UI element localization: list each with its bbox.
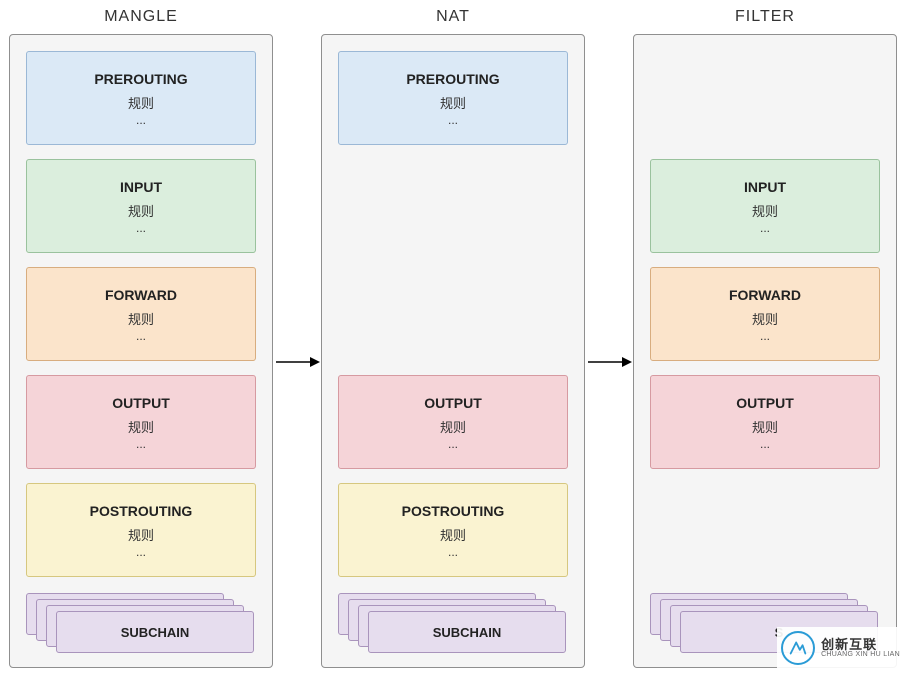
arrow-nat-to-filter — [586, 8, 632, 648]
chain-rule-label: 规则 — [752, 417, 778, 436]
chain-rule-label: 规则 — [128, 525, 154, 544]
chain-forward: FORWARD 规则 ... — [650, 267, 880, 361]
chain-name: FORWARD — [729, 287, 801, 303]
chain-prerouting: PREROUTING 规则 ... — [26, 51, 256, 145]
chain-dots: ... — [136, 222, 146, 234]
table-nat: NAT PREROUTING 规则 ... OUTPUT 规则 ... POST… — [320, 8, 586, 668]
chain-name: PREROUTING — [406, 71, 499, 87]
chain-name: INPUT — [744, 179, 786, 195]
arrow-mangle-to-nat — [274, 8, 320, 648]
chain-rule-label: 规则 — [128, 93, 154, 112]
subchain-label: SUBCHAIN — [121, 625, 190, 640]
chain-dots: ... — [136, 438, 146, 450]
table-box-filter: INPUT 规则 ... FORWARD 规则 ... OUTPUT 规则 ..… — [633, 34, 897, 668]
chain-dots: ... — [448, 114, 458, 126]
table-mangle: MANGLE PREROUTING 规则 ... INPUT 规则 ... FO… — [8, 8, 274, 668]
chain-dots: ... — [136, 330, 146, 342]
chain-dots: ... — [136, 546, 146, 558]
watermark-logo-icon — [781, 631, 815, 665]
chain-rule-label: 规则 — [440, 525, 466, 544]
chain-dots: ... — [448, 546, 458, 558]
chain-rule-label: 规则 — [128, 417, 154, 436]
arrow-icon — [586, 352, 632, 372]
chain-output: OUTPUT 规则 ... — [650, 375, 880, 469]
table-box-nat: PREROUTING 规则 ... OUTPUT 规则 ... POSTROUT… — [321, 34, 585, 668]
chain-rule-label: 规则 — [128, 201, 154, 220]
watermark-text: 创新互联 CHUANG XIN HU LIAN — [821, 638, 900, 659]
table-title-nat: NAT — [436, 8, 470, 26]
table-title-mangle: MANGLE — [104, 8, 178, 26]
chain-input: INPUT 规则 ... — [650, 159, 880, 253]
chain-name: OUTPUT — [736, 395, 794, 411]
chain-name: OUTPUT — [112, 395, 170, 411]
chain-postrouting: POSTROUTING 规则 ... — [338, 483, 568, 577]
table-filter: FILTER INPUT 规则 ... FORWARD 规则 ... OUTPU… — [632, 8, 898, 668]
table-title-filter: FILTER — [735, 8, 795, 26]
iptables-tables-diagram: MANGLE PREROUTING 规则 ... INPUT 规则 ... FO… — [0, 0, 906, 668]
watermark-cn: 创新互联 — [821, 638, 900, 652]
subchain-card: SUBCHAIN — [368, 611, 566, 653]
watermark-pinyin: CHUANG XIN HU LIAN — [821, 651, 900, 658]
watermark: 创新互联 CHUANG XIN HU LIAN — [777, 627, 906, 669]
chain-rule-label: 规则 — [752, 201, 778, 220]
chain-prerouting: PREROUTING 规则 ... — [338, 51, 568, 145]
chain-name: POSTROUTING — [402, 503, 505, 519]
chain-rule-label: 规则 — [440, 93, 466, 112]
subchain-label: SUBCHAIN — [433, 625, 502, 640]
subchain-stack: SUBCHAIN — [338, 593, 568, 657]
chain-rule-label: 规则 — [128, 309, 154, 328]
subchain-card: SUBCHAIN — [56, 611, 254, 653]
chain-name: INPUT — [120, 179, 162, 195]
chain-output: OUTPUT 规则 ... — [338, 375, 568, 469]
chain-dots: ... — [448, 438, 458, 450]
table-box-mangle: PREROUTING 规则 ... INPUT 规则 ... FORWARD 规… — [9, 34, 273, 668]
chain-name: FORWARD — [105, 287, 177, 303]
chain-forward: FORWARD 规则 ... — [26, 267, 256, 361]
chain-name: OUTPUT — [424, 395, 482, 411]
chain-dots: ... — [760, 438, 770, 450]
chain-dots: ... — [760, 330, 770, 342]
chain-postrouting: POSTROUTING 规则 ... — [26, 483, 256, 577]
chain-name: PREROUTING — [94, 71, 187, 87]
arrow-icon — [274, 352, 320, 372]
subchain-stack: SUBCHAIN — [26, 593, 256, 657]
chain-output: OUTPUT 规则 ... — [26, 375, 256, 469]
chain-rule-label: 规则 — [752, 309, 778, 328]
chain-input: INPUT 规则 ... — [26, 159, 256, 253]
chain-rule-label: 规则 — [440, 417, 466, 436]
chain-name: POSTROUTING — [90, 503, 193, 519]
chain-dots: ... — [136, 114, 146, 126]
chain-dots: ... — [760, 222, 770, 234]
